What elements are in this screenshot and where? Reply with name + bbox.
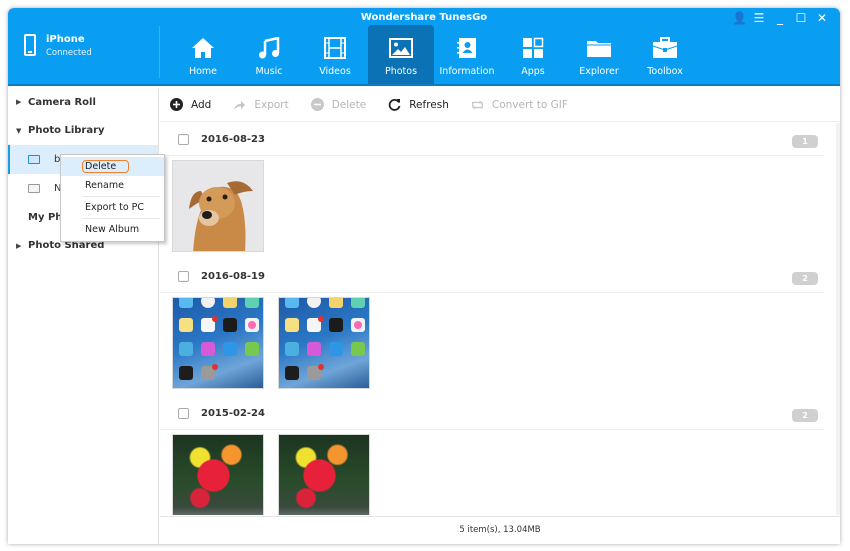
device-info[interactable]: iPhone Connected (24, 34, 92, 58)
refresh-button[interactable]: Refresh (388, 98, 449, 111)
group-count-badge: 2 (792, 409, 818, 422)
refresh-icon (388, 98, 401, 111)
photo-group: 2016-08-23 1 (160, 123, 840, 260)
nav-videos[interactable]: Videos (302, 25, 368, 84)
folder-icon (586, 36, 612, 60)
nav-label: Information (439, 66, 495, 77)
expand-arrow-icon[interactable]: ▶ (16, 98, 28, 106)
context-menu: Delete Rename Export to PC New Album (60, 154, 165, 242)
status-bar: 5 item(s), 13.04MB (160, 516, 840, 544)
sidebar-label: Photo Library (28, 125, 105, 137)
header-divider (159, 26, 160, 78)
group-date: 2016-08-19 (201, 270, 265, 282)
nav-toolbox[interactable]: Toolbox (632, 25, 698, 84)
context-menu-new-album[interactable]: New Album (61, 220, 164, 239)
group-header: 2015-02-24 (160, 397, 824, 430)
group-date: 2016-08-23 (201, 133, 265, 145)
context-menu-export-to-pc[interactable]: Export to PC (61, 198, 164, 217)
export-button[interactable]: Export (233, 98, 289, 111)
album-icon (28, 155, 40, 164)
phone-icon (24, 34, 36, 56)
close-icon[interactable]: ✕ (816, 11, 828, 25)
photo-thumbnail-flowers[interactable] (172, 434, 264, 515)
toolbox-icon (652, 36, 678, 60)
group-checkbox[interactable] (178, 407, 189, 419)
convert-to-gif-button[interactable]: Convert to GIF (471, 98, 568, 111)
group-checkbox[interactable] (178, 270, 189, 282)
home-icon (190, 36, 216, 60)
group-count-badge: 2 (792, 272, 818, 285)
maximize-icon[interactable]: ☐ (795, 11, 807, 25)
nav-information[interactable]: Information (434, 25, 500, 84)
device-name: iPhone (46, 34, 85, 45)
main-panel: Add Export Delete Refresh Convert to GIF (160, 88, 840, 544)
menu-icon[interactable]: ☰ (753, 11, 765, 25)
photo-thumbnail-flowers[interactable] (278, 434, 370, 515)
window-controls: 👤 ☰ _ ☐ ✕ (732, 11, 828, 25)
add-icon (170, 98, 183, 111)
nav-label: Photos (384, 66, 418, 77)
nav-label: Toolbox (647, 66, 683, 77)
toolbar: Add Export Delete Refresh Convert to GIF (160, 88, 840, 122)
user-icon[interactable]: 👤 (732, 11, 747, 25)
photo-content: 2016-08-23 1 2016-08-19 2 2015-02-24 2 (160, 123, 840, 515)
film-icon (322, 36, 348, 60)
photo-group: 2015-02-24 2 (160, 397, 840, 515)
photo-icon (388, 36, 414, 60)
music-icon (256, 36, 282, 60)
context-menu-delete[interactable]: Delete (61, 157, 164, 176)
export-icon (233, 98, 246, 111)
nav-label: Home (188, 66, 218, 77)
group-count-badge: 1 (792, 135, 818, 148)
app-window: Wondershare TunesGo 👤 ☰ _ ☐ ✕ iPhone Con… (8, 8, 840, 544)
menu-separator (83, 218, 160, 219)
photo-group: 2016-08-19 2 (160, 260, 840, 397)
nav-label: Explorer (579, 66, 619, 77)
sidebar-label: Camera Roll (28, 96, 96, 108)
photo-thumbnail-dog[interactable] (172, 160, 264, 252)
group-header: 2016-08-19 (160, 260, 824, 293)
menu-separator (83, 196, 160, 197)
group-checkbox[interactable] (178, 133, 189, 145)
header-bar: Wondershare TunesGo 👤 ☰ _ ☐ ✕ iPhone Con… (8, 8, 840, 86)
main-nav: Home Music Videos Photos Information App… (170, 25, 698, 86)
convert-icon (471, 98, 484, 111)
device-status: Connected (46, 48, 92, 58)
sidebar-item-camera-roll[interactable]: ▶ Camera Roll (8, 88, 158, 117)
window-title: Wondershare TunesGo (360, 12, 488, 23)
nav-explorer[interactable]: Explorer (566, 25, 632, 84)
context-menu-rename[interactable]: Rename (61, 176, 164, 195)
collapse-arrow-icon[interactable]: ▼ (16, 127, 28, 135)
group-date: 2015-02-24 (201, 407, 265, 419)
add-button[interactable]: Add (170, 98, 211, 111)
nav-photos[interactable]: Photos (368, 25, 434, 84)
nav-label: Videos (319, 66, 351, 77)
delete-button[interactable]: Delete (310, 98, 366, 111)
group-header: 2016-08-23 (160, 123, 824, 156)
apps-icon (520, 36, 546, 60)
scrollbar[interactable] (836, 123, 840, 515)
contacts-icon (454, 36, 480, 60)
photo-thumbnail-ios[interactable] (278, 297, 370, 389)
nav-home[interactable]: Home (170, 25, 236, 84)
sidebar-item-photo-library[interactable]: ▼ Photo Library (8, 117, 158, 146)
album-icon (28, 184, 40, 193)
expand-arrow-icon[interactable]: ▶ (16, 242, 28, 250)
nav-apps[interactable]: Apps (500, 25, 566, 84)
nav-label: Music (255, 66, 283, 77)
minimize-icon[interactable]: _ (774, 11, 786, 25)
delete-icon (310, 98, 324, 111)
nav-music[interactable]: Music (236, 25, 302, 84)
photo-thumbnail-ios[interactable] (172, 297, 264, 389)
nav-label: Apps (521, 66, 545, 77)
